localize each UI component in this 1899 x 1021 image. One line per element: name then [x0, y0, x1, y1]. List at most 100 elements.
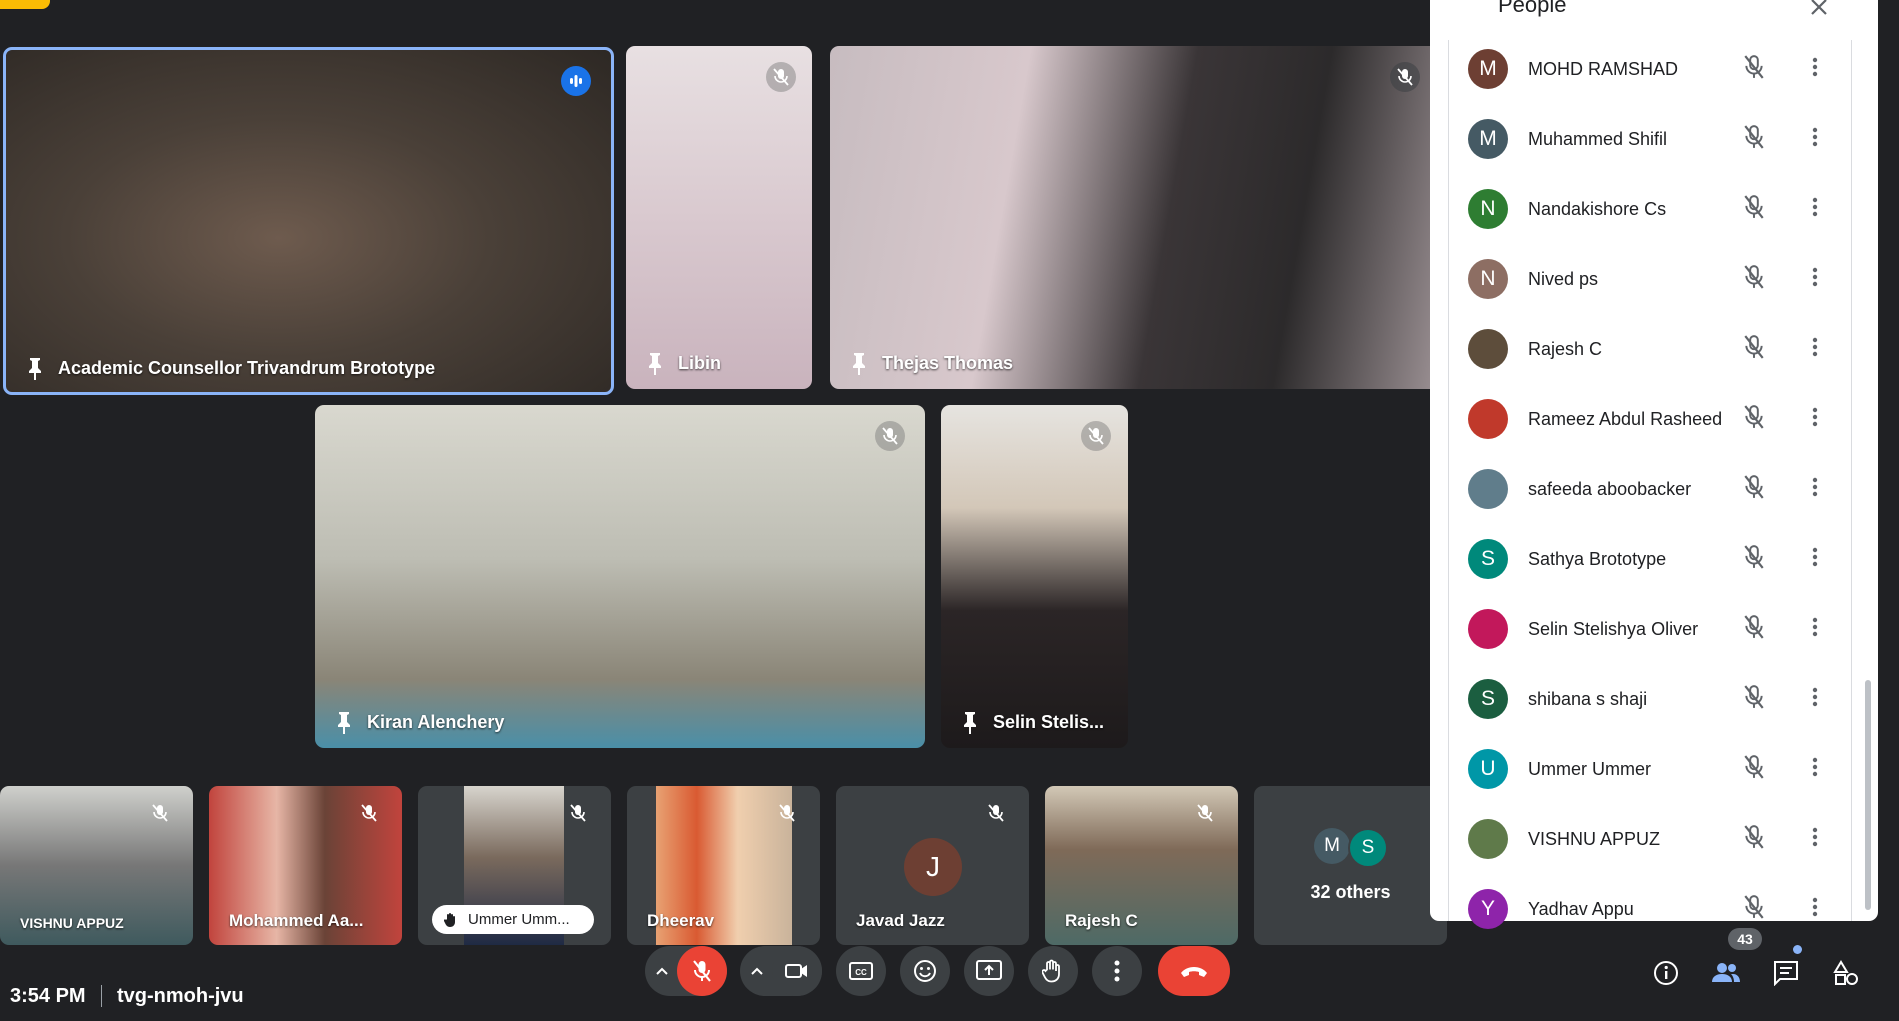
participant-row[interactable]: Selin Stelishya Oliver: [1430, 594, 1850, 664]
mic-off-icon[interactable]: [1743, 474, 1765, 504]
more-options-button[interactable]: [1092, 946, 1142, 996]
mic-off-icon: [1190, 798, 1220, 828]
participant-name: Nived ps: [1528, 268, 1599, 289]
participant-row[interactable]: N Nived ps: [1430, 244, 1850, 314]
participant-row[interactable]: Sshibana s shaji: [1430, 664, 1850, 734]
participant-name: Yadhav Appu: [1528, 898, 1634, 919]
raise-hand-button[interactable]: [1028, 946, 1078, 996]
mic-off-icon[interactable]: [1743, 824, 1765, 854]
meeting-info-button[interactable]: [1646, 953, 1686, 993]
others-tile[interactable]: M S 32 others: [1254, 786, 1447, 945]
more-vert-icon[interactable]: [1812, 617, 1818, 642]
present-screen-button[interactable]: [964, 946, 1014, 996]
more-vert-icon[interactable]: [1812, 687, 1818, 712]
video-tile-counsellor[interactable]: Academic Counsellor Trivandrum Brototype: [3, 47, 614, 395]
mic-off-icon: [875, 421, 905, 451]
reactions-button[interactable]: [900, 946, 950, 996]
participant-name: Selin Stelishya Oliver: [1528, 618, 1699, 639]
mic-off-icon: [1081, 421, 1111, 451]
participant-row[interactable]: VISHNU APPUZ: [1430, 804, 1850, 874]
leave-call-button[interactable]: [1158, 946, 1230, 996]
mic-off-icon[interactable]: [1743, 894, 1765, 924]
strip-tile-rajesh[interactable]: Rajesh C: [1045, 786, 1238, 945]
avatar: [1468, 819, 1508, 859]
close-icon[interactable]: [1806, 0, 1832, 20]
participant-row[interactable]: safeeda aboobacker: [1430, 454, 1850, 524]
avatar: S: [1468, 539, 1508, 579]
participant-name: VISHNU APPUZ: [1528, 828, 1661, 849]
pin-icon[interactable]: [329, 710, 359, 734]
avatar: Y: [1468, 889, 1508, 929]
participant-name: shibana s shaji: [1528, 688, 1648, 709]
more-vert-icon[interactable]: [1812, 757, 1818, 782]
activities-button[interactable]: [1826, 953, 1866, 993]
more-vert-icon[interactable]: [1812, 127, 1818, 152]
mic-off-icon[interactable]: [1743, 124, 1765, 154]
participant-row[interactable]: S Sathya Brototype: [1430, 524, 1850, 594]
hand-raised-chip: Ummer Umm...: [432, 905, 594, 934]
camera-toggle-button[interactable]: [772, 946, 822, 996]
mic-off-icon[interactable]: [1743, 684, 1765, 714]
mic-off-icon[interactable]: [1743, 404, 1765, 434]
mic-off-icon[interactable]: [1743, 334, 1765, 364]
strip-tile-mohammed[interactable]: Mohammed Aa...: [209, 786, 402, 945]
avatar: [1468, 609, 1508, 649]
more-vert-icon[interactable]: [1812, 547, 1818, 572]
participant-name: Selin Stelis...: [993, 711, 1105, 732]
captions-button[interactable]: CC: [836, 946, 886, 996]
more-vert-icon[interactable]: [1812, 337, 1818, 362]
mic-off-icon[interactable]: [1743, 194, 1765, 224]
camera-control-group: [740, 946, 822, 996]
participant-name: Muhammed Shifil: [1528, 128, 1668, 149]
chevron-up-icon[interactable]: [750, 966, 764, 976]
pin-icon[interactable]: [20, 356, 50, 380]
participant-name: Mohammed Aa...: [229, 911, 364, 930]
video-tile-thejas[interactable]: Thejas Thomas: [830, 46, 1440, 389]
participant-row[interactable]: M MOHD RAMSHAD: [1430, 34, 1850, 104]
pin-icon[interactable]: [844, 351, 874, 375]
chat-button[interactable]: [1766, 953, 1806, 993]
mic-off-icon[interactable]: [1743, 54, 1765, 84]
chevron-up-icon[interactable]: [655, 966, 669, 976]
participant-row[interactable]: N Nandakishore Cs: [1430, 174, 1850, 244]
avatar: J: [904, 838, 962, 896]
more-vert-icon[interactable]: [1812, 827, 1818, 852]
participant-name: Rajesh C: [1528, 338, 1603, 359]
avatar: [1468, 469, 1508, 509]
more-vert-icon[interactable]: [1812, 57, 1818, 82]
participant-row[interactable]: U Ummer Ummer: [1430, 734, 1850, 804]
mic-off-icon[interactable]: [1743, 754, 1765, 784]
avatar: M: [1314, 828, 1350, 864]
strip-tile-dheerav[interactable]: Dheerav: [627, 786, 820, 945]
avatar: [1468, 329, 1508, 369]
svg-text:CC: CC: [855, 968, 867, 977]
participant-row[interactable]: Rameez Abdul Rasheed: [1430, 384, 1850, 454]
participant-name: MOHD RAMSHAD: [1528, 58, 1679, 79]
more-vert-icon[interactable]: [1812, 267, 1818, 292]
pin-icon[interactable]: [640, 351, 670, 375]
mic-off-icon[interactable]: [1743, 614, 1765, 644]
video-tile-selin[interactable]: Selin Stelis...: [941, 405, 1128, 748]
strip-tile-vishnu[interactable]: VISHNU APPUZ: [0, 786, 193, 945]
mic-off-icon[interactable]: [1743, 264, 1765, 294]
mic-off-icon[interactable]: [1743, 544, 1765, 574]
participant-name: Kiran Alenchery: [367, 711, 505, 732]
more-vert-icon[interactable]: [1812, 897, 1818, 922]
scrollbar[interactable]: [1865, 680, 1871, 910]
participant-row[interactable]: Y Yadhav Appu: [1430, 874, 1850, 944]
strip-tile-ummer[interactable]: Ummer Umm...: [418, 786, 611, 945]
participant-row[interactable]: Rajesh C: [1430, 314, 1850, 384]
participant-row[interactable]: M Muhammed Shifil: [1430, 104, 1850, 174]
pin-icon[interactable]: [955, 710, 985, 734]
video-tile-libin[interactable]: Libin: [626, 46, 812, 389]
avatar: M: [1468, 49, 1508, 89]
mic-off-icon: [981, 798, 1011, 828]
participant-name: Ummer Ummer: [1528, 758, 1651, 779]
more-vert-icon[interactable]: [1812, 197, 1818, 222]
more-vert-icon[interactable]: [1812, 477, 1818, 502]
mic-toggle-button[interactable]: [677, 946, 727, 996]
more-vert-icon[interactable]: [1812, 407, 1818, 432]
strip-tile-javad[interactable]: J Javad Jazz: [836, 786, 1029, 945]
video-tile-kiran[interactable]: Kiran Alenchery: [315, 405, 925, 748]
people-button[interactable]: [1706, 953, 1746, 993]
